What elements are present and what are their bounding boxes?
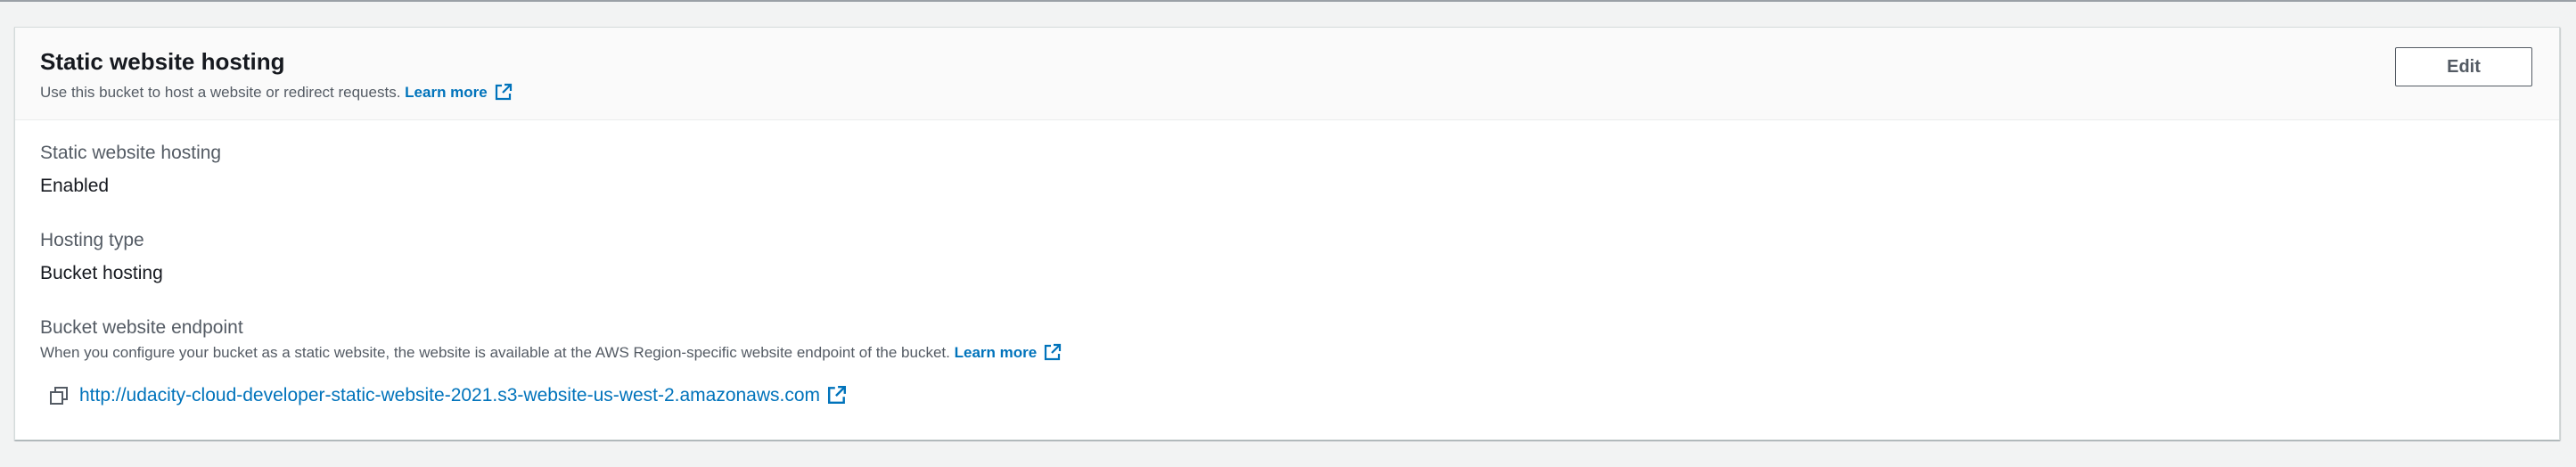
top-border (0, 0, 2576, 2)
endpoint-label: Bucket website endpoint (40, 317, 243, 338)
endpoint-learn-more-label: Learn more (954, 344, 1038, 361)
section-description-text: Use this bucket to host a website or red… (40, 84, 401, 101)
section-title: Static website hosting (40, 48, 285, 75)
endpoint-description: When you configure your bucket as a stat… (40, 343, 1062, 366)
panel-header: Static website hosting Use this bucket t… (15, 28, 2559, 120)
hosting-label: Static website hosting (40, 143, 222, 163)
external-link-icon (827, 385, 847, 413)
copy-icon[interactable] (49, 386, 69, 410)
hosting-value: Enabled (40, 176, 110, 196)
hosting-type-value: Bucket hosting (40, 263, 163, 283)
endpoint-description-text: When you configure your bucket as a stat… (40, 344, 950, 361)
external-link-icon (495, 83, 513, 106)
section-description: Use this bucket to host a website or red… (40, 83, 513, 106)
learn-more-link[interactable]: Learn more (405, 83, 513, 101)
endpoint-url-link[interactable]: http://udacity-cloud-developer-static-we… (79, 382, 847, 413)
endpoint-url-text: http://udacity-cloud-developer-static-we… (79, 385, 821, 406)
static-website-hosting-panel: Static website hosting Use this bucket t… (14, 27, 2560, 440)
hosting-type-label: Hosting type (40, 230, 144, 250)
endpoint-learn-more-link[interactable]: Learn more (954, 343, 1062, 361)
edit-button[interactable]: Edit (2395, 47, 2532, 86)
learn-more-label: Learn more (405, 84, 488, 101)
external-link-icon (1044, 343, 1062, 366)
